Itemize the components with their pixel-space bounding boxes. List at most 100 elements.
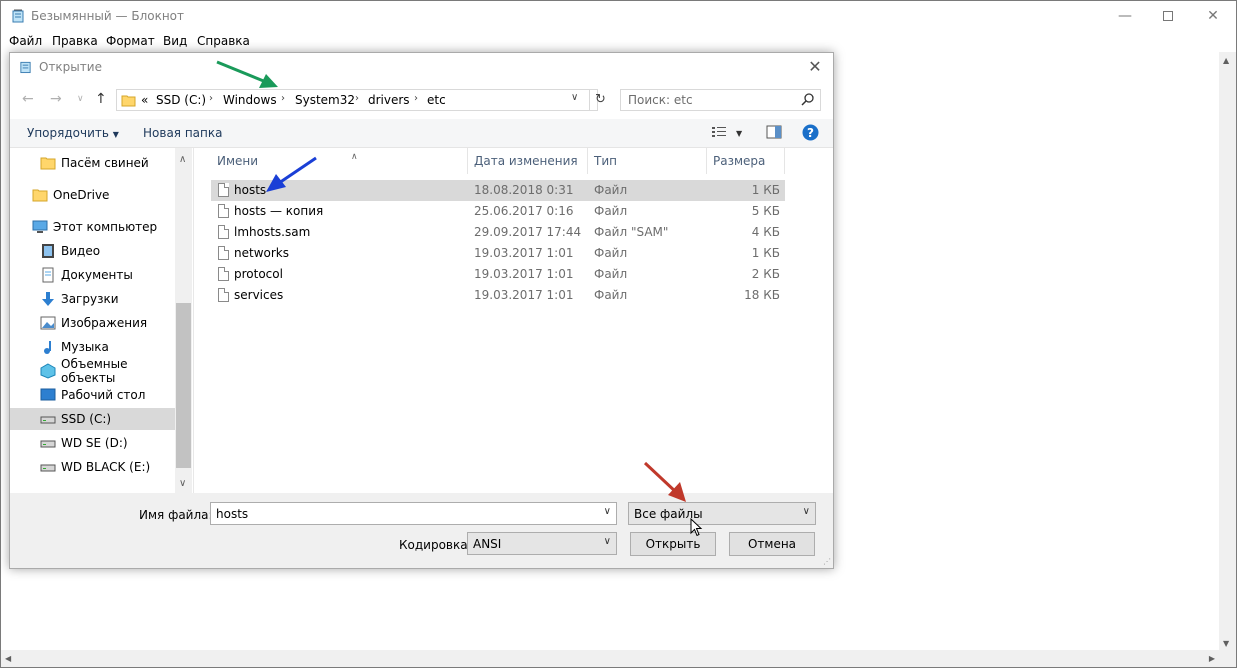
scrollbar-thumb[interactable] (176, 303, 191, 468)
chevron-up-icon[interactable]: ∧ (179, 154, 186, 165)
breadcrumb-overflow[interactable]: « (141, 93, 148, 107)
maximize-button[interactable] (1145, 1, 1191, 31)
3d-objects-icon (40, 363, 56, 379)
sidebar-item[interactable]: WD SE (D:) (10, 432, 175, 454)
up-arrow-icon[interactable]: ↑ (95, 91, 107, 107)
size-grip[interactable] (1219, 650, 1236, 667)
menu-help[interactable]: Справка (197, 34, 250, 48)
scroll-left-icon[interactable]: ◀ (5, 654, 11, 663)
notepad-icon (12, 9, 24, 23)
sidebar-item[interactable]: Изображения (10, 312, 175, 334)
file-row[interactable]: services 19.03.2017 1:01 Файл 18 КБ (211, 285, 785, 306)
refresh-icon[interactable]: ↻ (589, 90, 611, 110)
file-type: Файл (594, 183, 628, 197)
sidebar-item-label: Пасём свиней (61, 156, 149, 170)
sidebar-item-label: OneDrive (53, 188, 110, 202)
chevron-right-icon[interactable]: › (414, 93, 418, 104)
file-name: hosts — копия (234, 204, 324, 218)
close-button[interactable]: ✕ (1190, 1, 1236, 31)
sidebar-item-label: Объемные объекты (61, 357, 128, 385)
file-row[interactable]: protocol 19.03.2017 1:01 Файл 2 КБ (211, 264, 785, 285)
menu-view[interactable]: Вид (163, 34, 187, 48)
menu-format[interactable]: Формат (106, 34, 155, 48)
dropdown-arrow-icon: ▼ (112, 130, 119, 139)
scroll-down-icon[interactable]: ▼ (1223, 639, 1229, 648)
filename-label: Имя файла: (139, 508, 213, 522)
file-name: hosts (234, 183, 267, 197)
folder-icon (121, 95, 136, 107)
menu-edit[interactable]: Правка (52, 34, 98, 48)
column-header-name[interactable]: Имени ∧ (211, 148, 468, 174)
view-dropdown-icon[interactable]: ▼ (736, 129, 742, 138)
sidebar-item[interactable]: Видео (10, 240, 175, 262)
navigation-pane-scrollbar[interactable]: ∧ ∨ (175, 148, 192, 493)
forward-arrow-icon[interactable]: → (50, 91, 62, 107)
file-row[interactable]: lmhosts.sam 29.09.2017 17:44 Файл "SAM" 4 К… (211, 222, 785, 243)
file-type: Файл (594, 204, 628, 218)
sidebar-item[interactable]: WD BLACK (E:) (10, 456, 175, 478)
sidebar-item[interactable]: OneDrive (10, 184, 175, 206)
help-icon[interactable]: ? (802, 124, 819, 141)
notepad-vertical-scrollbar[interactable]: ▲ ▼ (1219, 52, 1236, 652)
sidebar-item[interactable]: Пасём свиней (10, 152, 175, 174)
file-row[interactable]: networks 19.03.2017 1:01 Файл 1 КБ (211, 243, 785, 264)
organize-button[interactable]: Упорядочить ▼ (27, 126, 119, 140)
filetype-select[interactable]: Все файлы ∨ (628, 502, 816, 525)
recent-locations-icon[interactable]: ∨ (77, 94, 84, 104)
column-header-type[interactable]: Тип (588, 148, 707, 174)
file-size: 2 КБ (751, 267, 780, 281)
encoding-select[interactable]: ANSI ∨ (467, 532, 617, 555)
search-box[interactable]: Поиск: etc (620, 89, 821, 111)
dialog-close-button[interactable]: ✕ (805, 57, 825, 77)
view-options-icon[interactable] (711, 125, 727, 139)
file-icon (218, 183, 229, 197)
pictures-icon (40, 315, 56, 331)
sidebar-item[interactable]: Объемные объекты (10, 357, 175, 385)
chevron-down-icon[interactable]: ∨ (571, 92, 578, 103)
sidebar-item-label: Музыка (61, 340, 109, 354)
file-date: 25.06.2017 0:16 (474, 204, 574, 218)
resize-grip-icon[interactable]: ⋰ (823, 557, 831, 566)
chevron-down-icon[interactable]: ∨ (179, 478, 186, 489)
column-header-date[interactable]: Дата изменения (468, 148, 588, 174)
chevron-right-icon[interactable]: › (281, 93, 285, 104)
chevron-down-icon[interactable]: ∨ (604, 506, 611, 517)
search-icon[interactable] (801, 93, 814, 106)
column-header-size[interactable]: Размера (707, 148, 785, 174)
scroll-up-icon[interactable]: ▲ (1223, 56, 1229, 65)
search-placeholder: Поиск: etc (628, 93, 693, 107)
sidebar-item[interactable]: Загрузки (10, 288, 175, 310)
back-arrow-icon[interactable]: ← (22, 91, 34, 107)
sidebar-item[interactable]: Рабочий стол (10, 384, 175, 406)
file-row[interactable]: hosts — копия 25.06.2017 0:16 Файл 5 КБ (211, 201, 785, 222)
new-folder-button[interactable]: Новая папка (143, 126, 222, 140)
sidebar-item[interactable]: Документы (10, 264, 175, 286)
preview-pane-icon[interactable] (766, 125, 782, 139)
chevron-right-icon[interactable]: › (209, 93, 213, 104)
breadcrumb-system32[interactable]: System32 (295, 93, 355, 107)
scroll-right-icon[interactable]: ▶ (1209, 654, 1215, 663)
file-icon (218, 288, 229, 302)
sidebar-item[interactable]: SSD (C:) (10, 408, 175, 430)
chevron-down-icon: ∨ (603, 536, 611, 547)
address-bar[interactable]: « SSD (C:) › Windows › System32 › driver… (116, 89, 606, 111)
sidebar-item[interactable]: Этот компьютер (10, 216, 175, 238)
file-row[interactable]: hosts 18.08.2018 0:31 Файл 1 КБ (211, 180, 785, 201)
column-label: Имени (217, 154, 259, 168)
chevron-right-icon[interactable]: › (355, 93, 359, 104)
breadcrumb-ssd[interactable]: SSD (C:) (156, 93, 206, 107)
video-icon (40, 243, 56, 259)
minimize-button[interactable]: — (1102, 1, 1148, 31)
filename-input[interactable]: hosts ∨ (210, 502, 617, 525)
breadcrumb-windows[interactable]: Windows (223, 93, 277, 107)
notepad-title: Безымянный — Блокнот (31, 9, 185, 23)
cancel-button[interactable]: Отмена (729, 532, 815, 556)
breadcrumb-drivers[interactable]: drivers (368, 93, 410, 107)
menu-file[interactable]: Файл (9, 34, 42, 48)
sidebar-item-label: Изображения (61, 316, 148, 330)
documents-icon (40, 267, 56, 283)
navigation-pane: Пасём свиней OneDrive Этот компьютер Видео Д… (10, 148, 193, 493)
notepad-horizontal-scrollbar[interactable]: ◀ ▶ (1, 650, 1219, 667)
breadcrumb-etc[interactable]: etc (427, 93, 446, 107)
sidebar-item[interactable]: Музыка (10, 336, 175, 358)
